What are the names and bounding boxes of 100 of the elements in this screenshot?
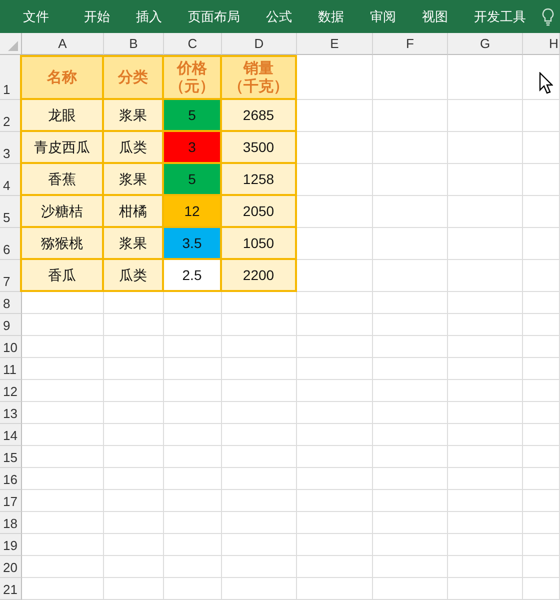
empty-cell[interactable]	[297, 446, 373, 468]
empty-cell[interactable]	[373, 556, 448, 578]
column-header[interactable]: A	[22, 33, 104, 55]
empty-cell[interactable]	[297, 490, 373, 512]
empty-cell[interactable]	[164, 402, 222, 424]
empty-cell[interactable]	[523, 424, 560, 446]
ribbon-tab[interactable]: 开始	[71, 8, 123, 26]
empty-cell[interactable]	[448, 578, 523, 600]
empty-cell[interactable]	[373, 468, 448, 490]
empty-cell[interactable]	[222, 534, 297, 556]
empty-cell[interactable]	[222, 380, 297, 402]
row-header[interactable]: 15	[0, 446, 22, 468]
empty-cell[interactable]	[523, 292, 560, 314]
empty-cell[interactable]	[523, 556, 560, 578]
empty-cell[interactable]	[373, 380, 448, 402]
row-header[interactable]: 21	[0, 578, 22, 600]
empty-cell[interactable]	[164, 446, 222, 468]
empty-cell[interactable]	[104, 534, 164, 556]
empty-cell[interactable]	[373, 164, 448, 196]
empty-cell[interactable]	[373, 260, 448, 292]
empty-cell[interactable]	[222, 446, 297, 468]
row-header[interactable]: 5	[0, 196, 22, 228]
empty-cell[interactable]	[104, 336, 164, 358]
empty-cell[interactable]	[373, 578, 448, 600]
empty-cell[interactable]	[164, 292, 222, 314]
ribbon-tab[interactable]: 视图	[409, 8, 461, 26]
row-header[interactable]: 13	[0, 402, 22, 424]
empty-cell[interactable]	[222, 556, 297, 578]
empty-cell[interactable]	[373, 358, 448, 380]
empty-cell[interactable]	[448, 228, 523, 260]
empty-cell[interactable]	[164, 578, 222, 600]
select-all-icon[interactable]	[8, 41, 18, 51]
empty-cell[interactable]	[222, 314, 297, 336]
empty-cell[interactable]	[373, 424, 448, 446]
empty-cell[interactable]	[222, 402, 297, 424]
empty-cell[interactable]	[104, 446, 164, 468]
empty-cell[interactable]	[523, 164, 560, 196]
empty-cell[interactable]	[523, 336, 560, 358]
empty-cell[interactable]	[448, 260, 523, 292]
empty-cell[interactable]	[373, 196, 448, 228]
empty-cell[interactable]	[297, 556, 373, 578]
empty-cell[interactable]	[164, 358, 222, 380]
row-header[interactable]: 7	[0, 260, 22, 292]
ribbon-tab[interactable]: 公式	[253, 8, 305, 26]
empty-cell[interactable]	[448, 336, 523, 358]
empty-cell[interactable]	[297, 468, 373, 490]
empty-cell[interactable]	[222, 468, 297, 490]
row-header[interactable]: 16	[0, 468, 22, 490]
empty-cell[interactable]	[523, 468, 560, 490]
empty-cell[interactable]	[523, 260, 560, 292]
column-header[interactable]: B	[104, 33, 164, 55]
empty-cell[interactable]	[523, 402, 560, 424]
empty-cell[interactable]	[373, 100, 448, 132]
empty-cell[interactable]	[448, 512, 523, 534]
row-header[interactable]: 18	[0, 512, 22, 534]
empty-cell[interactable]	[297, 512, 373, 534]
empty-cell[interactable]	[297, 336, 373, 358]
empty-cell[interactable]	[373, 490, 448, 512]
empty-cell[interactable]	[297, 424, 373, 446]
empty-cell[interactable]	[104, 512, 164, 534]
lightbulb-icon[interactable]	[542, 8, 554, 26]
empty-cell[interactable]	[523, 228, 560, 260]
empty-cell[interactable]	[104, 358, 164, 380]
empty-cell[interactable]	[297, 380, 373, 402]
empty-cell[interactable]	[448, 358, 523, 380]
empty-cell[interactable]	[523, 100, 560, 132]
empty-cell[interactable]	[523, 132, 560, 164]
ribbon-tab[interactable]: 插入	[123, 8, 175, 26]
ribbon-tab[interactable]: 审阅	[357, 8, 409, 26]
column-header[interactable]: E	[297, 33, 373, 55]
empty-cell[interactable]	[523, 314, 560, 336]
empty-cell[interactable]	[222, 424, 297, 446]
empty-cell[interactable]	[297, 402, 373, 424]
empty-cell[interactable]	[373, 336, 448, 358]
empty-cell[interactable]	[448, 402, 523, 424]
empty-cell[interactable]	[523, 358, 560, 380]
row-header[interactable]: 8	[0, 292, 22, 314]
empty-cell[interactable]	[523, 196, 560, 228]
empty-cell[interactable]	[523, 380, 560, 402]
column-header[interactable]: C	[164, 33, 222, 55]
column-header[interactable]: G	[448, 33, 523, 55]
empty-cell[interactable]	[373, 512, 448, 534]
row-header[interactable]: 9	[0, 314, 22, 336]
empty-cell[interactable]	[297, 358, 373, 380]
empty-cell[interactable]	[297, 578, 373, 600]
empty-cell[interactable]	[373, 292, 448, 314]
ribbon-tab[interactable]: 文件	[10, 8, 71, 26]
row-header[interactable]: 4	[0, 164, 22, 196]
empty-cell[interactable]	[164, 468, 222, 490]
empty-cell[interactable]	[164, 336, 222, 358]
empty-cell[interactable]	[104, 424, 164, 446]
ribbon-tab[interactable]: 开发工具	[461, 8, 539, 26]
empty-cell[interactable]	[448, 314, 523, 336]
empty-cell[interactable]	[373, 534, 448, 556]
empty-cell[interactable]	[448, 490, 523, 512]
empty-cell[interactable]	[448, 380, 523, 402]
empty-cell[interactable]	[297, 292, 373, 314]
empty-cell[interactable]	[164, 512, 222, 534]
empty-cell[interactable]	[104, 292, 164, 314]
empty-cell[interactable]	[448, 55, 523, 100]
